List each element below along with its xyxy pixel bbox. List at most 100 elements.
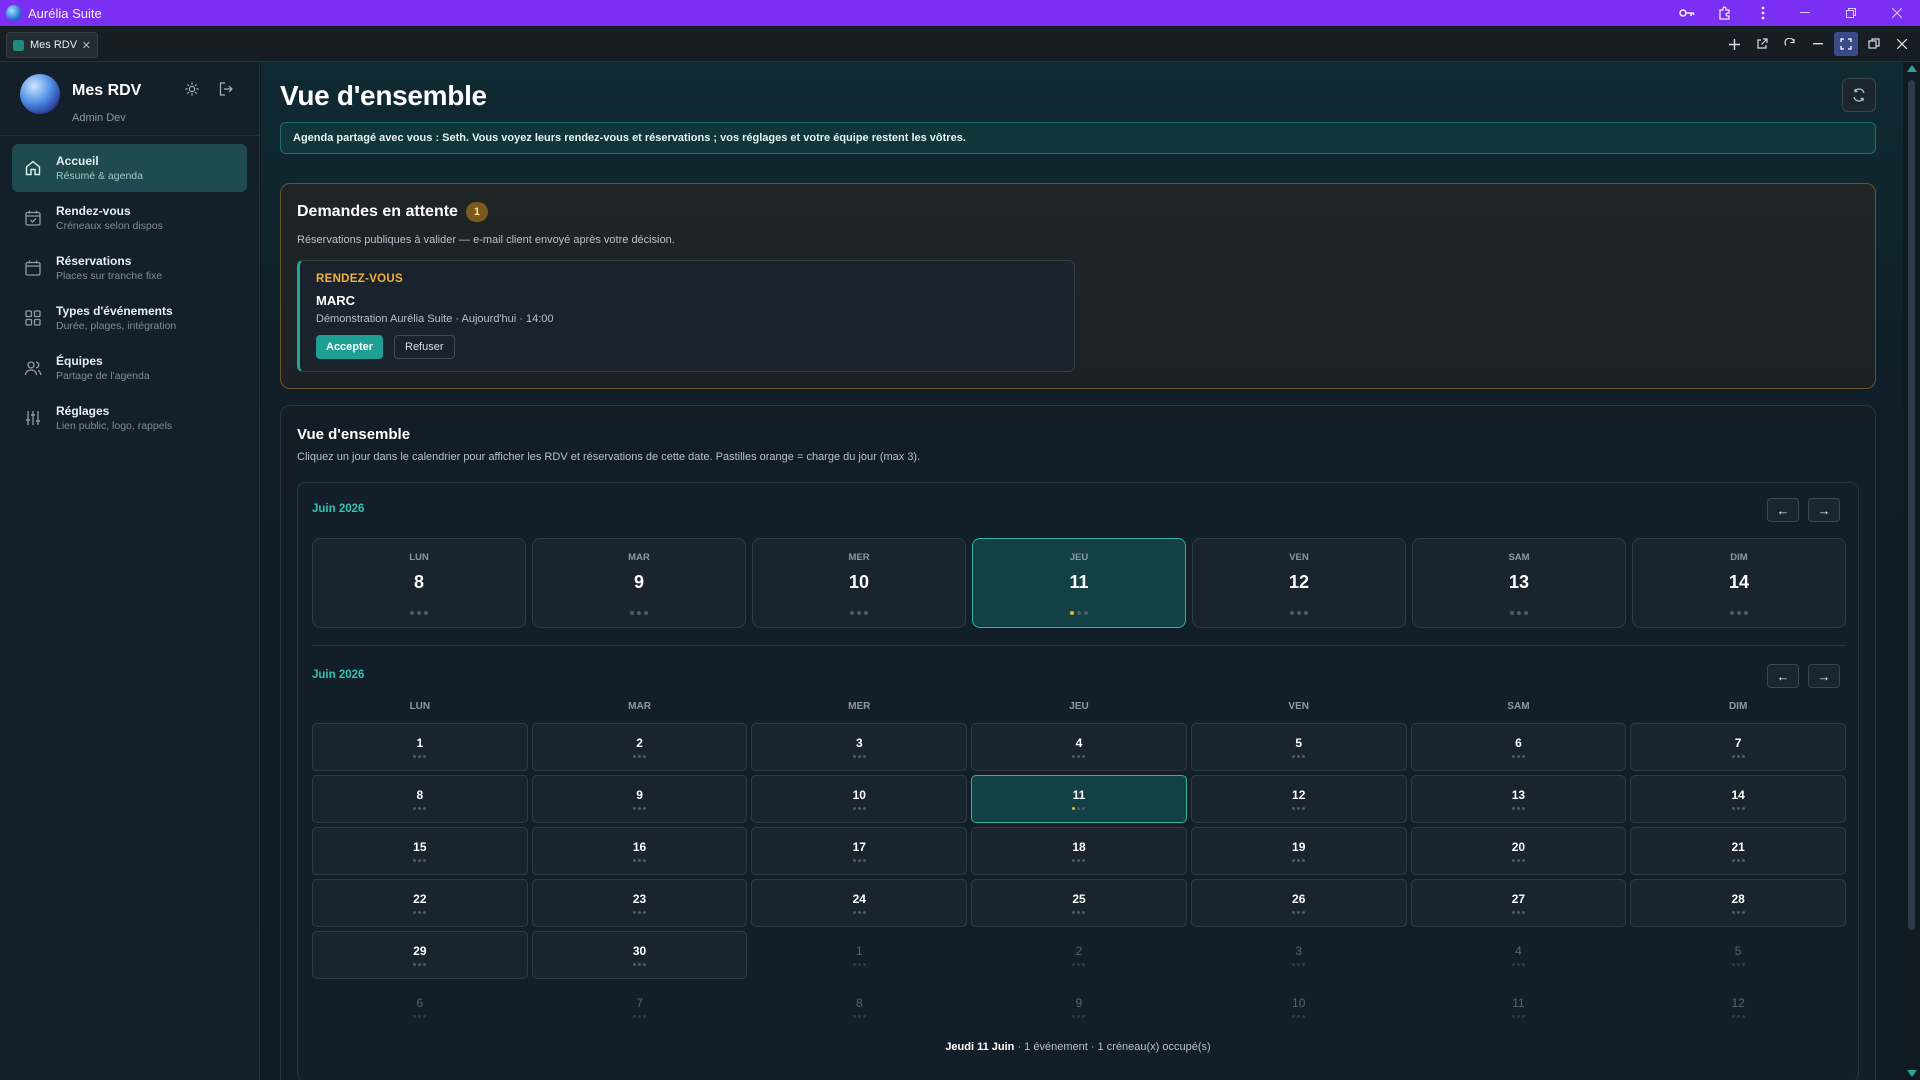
open-external-icon[interactable]: [1750, 32, 1774, 56]
calendar-day-cell[interactable]: 24: [751, 879, 968, 927]
calendar-day-cell[interactable]: 10: [751, 775, 968, 823]
sidebar-item-equipes[interactable]: Équipes Partage de l'agenda: [12, 344, 247, 392]
week-day-card[interactable]: MER 10: [752, 538, 966, 628]
calendar-day-cell[interactable]: 13: [1410, 775, 1627, 823]
minimize-button[interactable]: [1782, 0, 1828, 26]
week-day-card[interactable]: DIM 14: [1632, 538, 1846, 628]
load-dot: [1731, 1015, 1735, 1018]
load-dot: [1516, 755, 1520, 758]
week-day-card[interactable]: LUN 8: [312, 538, 526, 628]
accept-button[interactable]: Accepter: [316, 335, 384, 359]
main-scrollbar[interactable]: [1903, 62, 1920, 1080]
calendar-day-number: 17: [852, 840, 866, 854]
week-day-card[interactable]: SAM 13: [1412, 538, 1626, 628]
calendar-day-cell[interactable]: 1: [751, 931, 967, 979]
popout-icon[interactable]: [1862, 32, 1886, 56]
calendar-day-cell[interactable]: 25: [971, 879, 1187, 927]
calendar-day-cell[interactable]: 4: [1411, 931, 1627, 979]
extensions-icon[interactable]: [1717, 5, 1733, 21]
week-next-button[interactable]: →: [1808, 498, 1840, 522]
week-day-card[interactable]: VEN 12: [1192, 538, 1406, 628]
load-dot: [633, 911, 637, 914]
week-day-card[interactable]: MAR 9: [532, 538, 746, 628]
logout-icon[interactable]: [217, 80, 235, 98]
calendar-day-cell[interactable]: 3: [751, 723, 968, 771]
day-load-indicator: [1192, 963, 1406, 966]
calendar-day-cell[interactable]: 12: [1190, 775, 1407, 823]
calendar-day-cell[interactable]: 4: [971, 723, 1187, 771]
calendar-day-cell[interactable]: 14: [1630, 775, 1846, 823]
tab-mes-rdv[interactable]: Mes RDV ✕: [6, 32, 98, 58]
avatar[interactable]: [20, 74, 60, 114]
load-dot: [1077, 807, 1081, 810]
restore-button[interactable]: [1828, 0, 1874, 26]
week-day-card[interactable]: JEU 11: [972, 538, 1186, 628]
calendar-day-cell[interactable]: 17: [751, 827, 968, 875]
calendar-day-cell[interactable]: 7: [532, 983, 748, 1031]
sidebar-item-types-evenements[interactable]: Types d'événements Durée, plages, intégr…: [12, 294, 247, 342]
load-dot: [1292, 1015, 1296, 1018]
calendar-day-cell[interactable]: 7: [1630, 723, 1846, 771]
week-prev-button[interactable]: ←: [1767, 498, 1799, 522]
calendar-day-cell[interactable]: 11: [1411, 983, 1627, 1031]
load-dot: [862, 963, 866, 966]
scroll-down-icon[interactable]: [1907, 1070, 1917, 1077]
calendar-day-cell[interactable]: 3: [1191, 931, 1407, 979]
calendar-day-cell[interactable]: 2: [971, 931, 1187, 979]
calendar-day-cell[interactable]: 1: [312, 723, 528, 771]
sidebar-item-accueil[interactable]: Accueil Résumé & agenda: [12, 144, 247, 192]
calendar-day-cell[interactable]: 30: [531, 931, 748, 979]
day-load-indicator: [313, 911, 527, 914]
tab-close-icon[interactable]: ✕: [82, 39, 91, 52]
calendar-day-cell[interactable]: 5: [1190, 723, 1407, 771]
day-load-indicator: [313, 611, 525, 615]
sidebar-item-reglages[interactable]: Réglages Lien public, logo, rappels: [12, 394, 247, 442]
calendar-day-cell[interactable]: 26: [1190, 879, 1407, 927]
calendar-day-cell[interactable]: 6: [1410, 723, 1627, 771]
calendar-day-cell[interactable]: 19: [1190, 827, 1407, 875]
load-dot: [1072, 755, 1076, 758]
day-load-indicator: [752, 755, 966, 758]
calendar-day-cell[interactable]: 5: [1630, 931, 1846, 979]
calendar-day-cell[interactable]: 28: [1630, 879, 1846, 927]
calendar-day-cell[interactable]: 23: [531, 879, 748, 927]
new-tab-icon[interactable]: [1722, 32, 1746, 56]
refuse-button[interactable]: Refuser: [394, 335, 455, 359]
calendar-day-cell[interactable]: 11: [971, 775, 1187, 823]
week-day-number: 8: [413, 572, 424, 592]
calendar-day-cell[interactable]: 15: [312, 827, 528, 875]
day-load-indicator: [1412, 859, 1626, 862]
calendar-day-cell[interactable]: 16: [531, 827, 748, 875]
calendar-day-cell[interactable]: 21: [1630, 827, 1846, 875]
calendar-day-cell[interactable]: 29: [312, 931, 528, 979]
fullscreen-icon[interactable]: [1834, 32, 1858, 56]
calendar-day-cell[interactable]: 20: [1410, 827, 1627, 875]
weekday-label: JEU: [1069, 701, 1089, 712]
scrollbar-thumb[interactable]: [1908, 80, 1915, 930]
calendar-day-cell[interactable]: 27: [1410, 879, 1627, 927]
calendar-day-cell[interactable]: 6: [312, 983, 528, 1031]
calendar-day-cell[interactable]: 2: [531, 723, 748, 771]
key-icon[interactable]: [1679, 5, 1695, 21]
calendar-day-cell[interactable]: 22: [312, 879, 528, 927]
refresh-button[interactable]: [1842, 78, 1876, 112]
close-panel-icon[interactable]: [1890, 32, 1914, 56]
calendar-day-cell[interactable]: 10: [1191, 983, 1407, 1031]
calendar-day-cell[interactable]: 12: [1630, 983, 1846, 1031]
collapse-icon[interactable]: [1806, 32, 1830, 56]
calendar-day-cell[interactable]: 8: [751, 983, 967, 1031]
sidebar-item-reservations[interactable]: Réservations Places sur tranche fixe: [12, 244, 247, 292]
calendar-day-cell[interactable]: 9: [971, 983, 1187, 1031]
more-vertical-icon[interactable]: [1755, 5, 1771, 21]
calendar-day-cell[interactable]: 9: [531, 775, 748, 823]
theme-toggle-icon[interactable]: [183, 80, 201, 98]
reload-icon[interactable]: [1778, 32, 1802, 56]
calendar-day-cell[interactable]: 8: [312, 775, 528, 823]
scroll-up-icon[interactable]: [1907, 65, 1917, 72]
calendar-day-cell[interactable]: 18: [971, 827, 1187, 875]
month-next-button[interactable]: →: [1808, 664, 1840, 688]
sidebar-item-rendez-vous[interactable]: Rendez-vous Créneaux selon dispos: [12, 194, 247, 242]
close-window-button[interactable]: [1874, 0, 1920, 26]
month-prev-button[interactable]: ←: [1767, 664, 1799, 688]
calendar-check-icon: [24, 209, 42, 227]
